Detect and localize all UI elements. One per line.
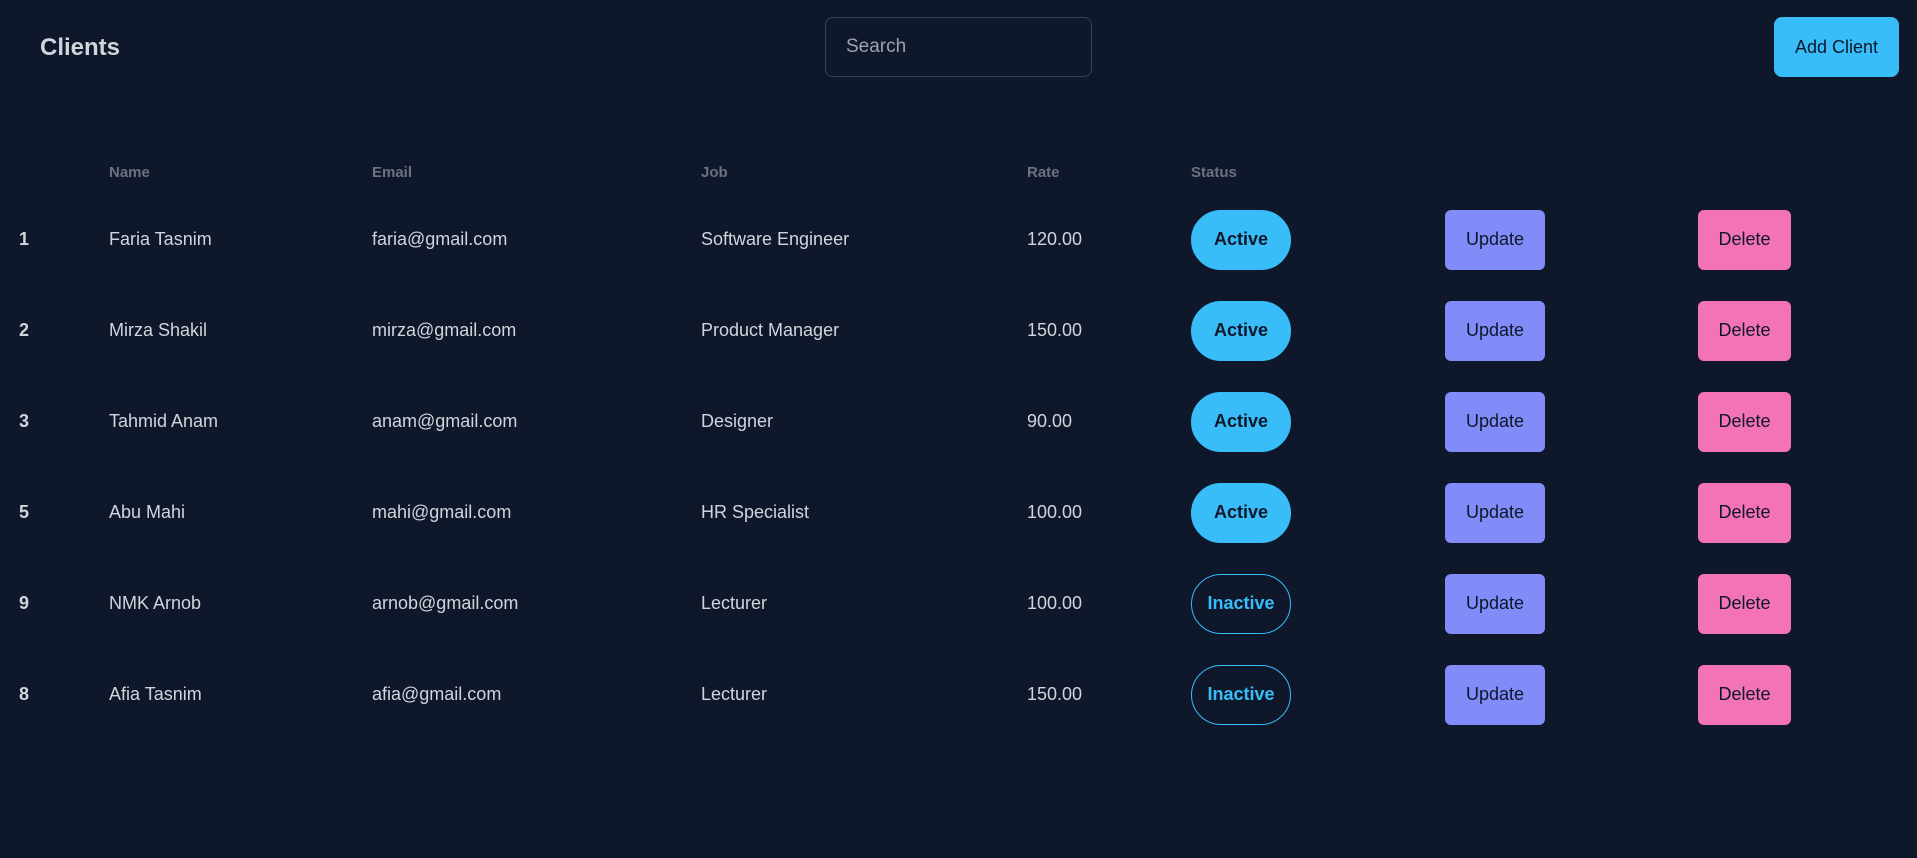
table-row: 9 NMK Arnob arnob@gmail.com Lecturer 100.00 I… xyxy=(0,558,1917,649)
update-button[interactable]: Update xyxy=(1445,209,1545,270)
delete-cell: Delete xyxy=(1698,285,1791,376)
client-job: Lecturer xyxy=(701,684,768,704)
delete-cell: Delete xyxy=(1698,649,1791,740)
table-row: 2 Mirza Shakil mirza@gmail.com Product Mana… xyxy=(0,285,1917,376)
delete-button[interactable]: Delete xyxy=(1698,664,1791,725)
delete-button[interactable]: Delete xyxy=(1698,209,1791,270)
update-cell: Update xyxy=(1445,558,1545,649)
update-cell: Update xyxy=(1445,194,1545,285)
table-row: 1 Faria Tasnim faria@gmail.com Software Eng… xyxy=(0,194,1917,285)
status-cell: Inactive xyxy=(1191,649,1291,740)
update-cell: Update xyxy=(1445,376,1545,467)
client-email: mahi@gmail.com xyxy=(372,502,512,522)
status-cell: Inactive xyxy=(1191,558,1291,649)
client-job: Product Manager xyxy=(701,320,840,340)
update-cell: Update xyxy=(1445,467,1545,558)
client-job: Lecturer xyxy=(701,593,768,613)
client-email: afia@gmail.com xyxy=(372,684,502,704)
table-body: 1 Faria Tasnim faria@gmail.com Software Eng… xyxy=(0,194,1917,740)
row-index: 9 xyxy=(19,593,30,613)
update-button[interactable]: Update xyxy=(1445,482,1545,543)
client-email: faria@gmail.com xyxy=(372,229,508,249)
status-toggle-button[interactable]: Active xyxy=(1191,300,1291,361)
delete-cell: Delete xyxy=(1698,467,1791,558)
client-rate: 90.00 xyxy=(1027,411,1073,431)
row-index: 2 xyxy=(19,320,30,340)
header: Clients Add Client xyxy=(0,0,1917,96)
table-header: Name Email Job Rate Status xyxy=(0,150,1917,194)
search-box[interactable] xyxy=(825,17,1092,77)
client-email: mirza@gmail.com xyxy=(372,320,517,340)
column-header-rate: Rate xyxy=(1027,164,1060,181)
update-button[interactable]: Update xyxy=(1445,573,1545,634)
status-cell: Active xyxy=(1191,285,1291,376)
update-button[interactable]: Update xyxy=(1445,300,1545,361)
client-rate: 150.00 xyxy=(1027,320,1083,340)
status-toggle-button[interactable]: Inactive xyxy=(1191,573,1291,634)
delete-button[interactable]: Delete xyxy=(1698,300,1791,361)
delete-cell: Delete xyxy=(1698,194,1791,285)
delete-cell: Delete xyxy=(1698,376,1791,467)
delete-cell: Delete xyxy=(1698,558,1791,649)
status-toggle-button[interactable]: Inactive xyxy=(1191,664,1291,725)
client-name: NMK Arnob xyxy=(109,593,202,613)
client-name: Afia Tasnim xyxy=(109,684,202,704)
client-email: arnob@gmail.com xyxy=(372,593,519,613)
client-email: anam@gmail.com xyxy=(372,411,518,431)
column-header-job: Job xyxy=(701,164,728,181)
column-header-status: Status xyxy=(1191,164,1237,181)
table-row: 3 Tahmid Anam anam@gmail.com Designer 90.00 A… xyxy=(0,376,1917,467)
row-index: 8 xyxy=(19,684,30,704)
delete-button[interactable]: Delete xyxy=(1698,482,1791,543)
delete-button[interactable]: Delete xyxy=(1698,391,1791,452)
status-toggle-button[interactable]: Active xyxy=(1191,391,1291,452)
client-job: Software Engineer xyxy=(701,229,850,249)
page-title: Clients xyxy=(40,34,121,61)
client-rate: 150.00 xyxy=(1027,684,1083,704)
row-index: 1 xyxy=(19,229,30,249)
client-rate: 100.00 xyxy=(1027,502,1083,522)
update-cell: Update xyxy=(1445,649,1545,740)
table-row: 8 Afia Tasnim afia@gmail.com Lecturer 150.00… xyxy=(0,649,1917,740)
status-cell: Active xyxy=(1191,376,1291,467)
status-toggle-button[interactable]: Active xyxy=(1191,209,1291,270)
row-index: 3 xyxy=(19,411,30,431)
status-cell: Active xyxy=(1191,194,1291,285)
client-rate: 120.00 xyxy=(1027,229,1083,249)
client-job: Designer xyxy=(701,411,774,431)
client-name: Tahmid Anam xyxy=(109,411,219,431)
column-header-name: Name xyxy=(109,164,150,181)
client-name: Faria Tasnim xyxy=(109,229,212,249)
update-button[interactable]: Update xyxy=(1445,391,1545,452)
status-cell: Active xyxy=(1191,467,1291,558)
search-input[interactable] xyxy=(826,18,1091,76)
row-index: 5 xyxy=(19,502,30,522)
delete-button[interactable]: Delete xyxy=(1698,573,1791,634)
client-job: HR Specialist xyxy=(701,502,810,522)
client-rate: 100.00 xyxy=(1027,593,1083,613)
update-button[interactable]: Update xyxy=(1445,664,1545,725)
client-name: Abu Mahi xyxy=(109,502,186,522)
client-name: Mirza Shakil xyxy=(109,320,208,340)
add-client-button[interactable]: Add Client xyxy=(1774,17,1899,77)
table-row: 5 Abu Mahi mahi@gmail.com HR Specialist 100.… xyxy=(0,467,1917,558)
status-toggle-button[interactable]: Active xyxy=(1191,482,1291,543)
column-header-email: Email xyxy=(372,164,413,181)
clients-app: Clients Add Client Name Email Job Rate S… xyxy=(0,0,1917,858)
clients-table: Name Email Job Rate Status 1 Faria Tasnim… xyxy=(0,150,1917,740)
update-cell: Update xyxy=(1445,285,1545,376)
